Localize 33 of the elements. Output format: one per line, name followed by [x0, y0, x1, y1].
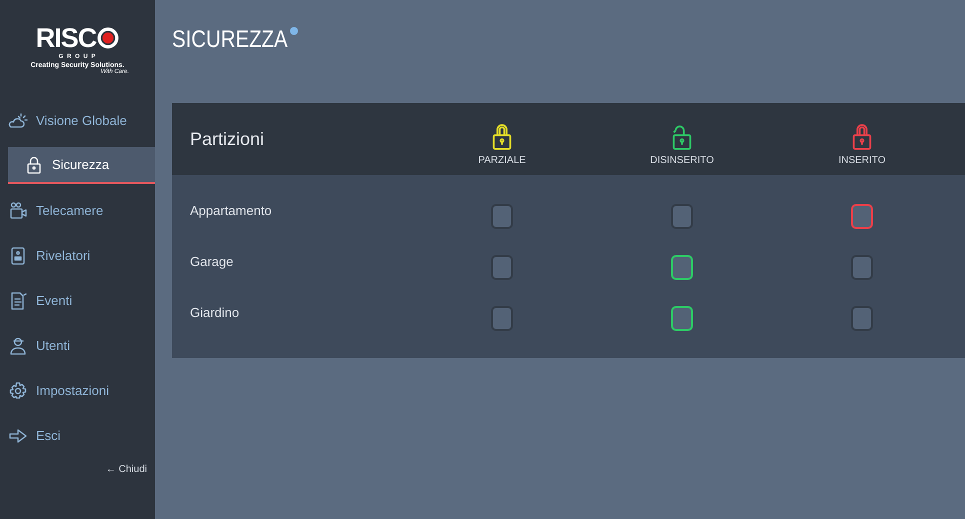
- mode-checkbox[interactable]: [851, 255, 873, 280]
- mode-checkbox[interactable]: [671, 306, 693, 331]
- partition-name: Appartamento: [189, 203, 273, 218]
- mode-checkbox[interactable]: [491, 204, 513, 229]
- mode-checkbox[interactable]: [491, 255, 513, 280]
- mode-checkbox[interactable]: [671, 204, 693, 229]
- close-sidebar-link[interactable]: ← Chiudi: [106, 464, 147, 475]
- mode-checkbox[interactable]: [671, 255, 693, 280]
- sidebar-item[interactable]: Sicurezza: [8, 147, 155, 184]
- mode-checkbox[interactable]: [851, 306, 873, 331]
- sidebar-item[interactable]: Visione Globale: [0, 98, 155, 143]
- mode-checkbox[interactable]: [491, 306, 513, 331]
- sidebar-item[interactable]: Eventi: [0, 278, 155, 323]
- logo-text: RISC: [36, 24, 96, 52]
- sidebar-item[interactable]: Telecamere: [0, 188, 155, 233]
- partition-name: Giardino: [189, 305, 240, 320]
- table-heading: Partizioni: [189, 128, 266, 150]
- user-icon: [8, 336, 28, 356]
- sidebar-item[interactable]: Utenti: [0, 323, 155, 368]
- sidebar-item[interactable]: Impostazioni: [0, 368, 155, 413]
- page-title: SICUREZZA: [172, 26, 288, 54]
- column-label: PARZIALE: [478, 154, 526, 166]
- mode-checkbox[interactable]: [851, 204, 873, 229]
- column-label: DISINSERITO: [650, 154, 714, 166]
- settings-icon: [8, 380, 28, 400]
- column-label: INSERITO: [838, 154, 886, 166]
- sidebar-item[interactable]: Rivelatori: [0, 233, 155, 278]
- logo-icon: [97, 26, 120, 48]
- partition-name: Garage: [189, 254, 234, 269]
- cloud-sun-icon: [8, 110, 28, 130]
- help-icon[interactable]: [290, 26, 298, 34]
- camera-icon: [8, 200, 28, 220]
- sidebar-item[interactable]: Esci: [0, 413, 155, 458]
